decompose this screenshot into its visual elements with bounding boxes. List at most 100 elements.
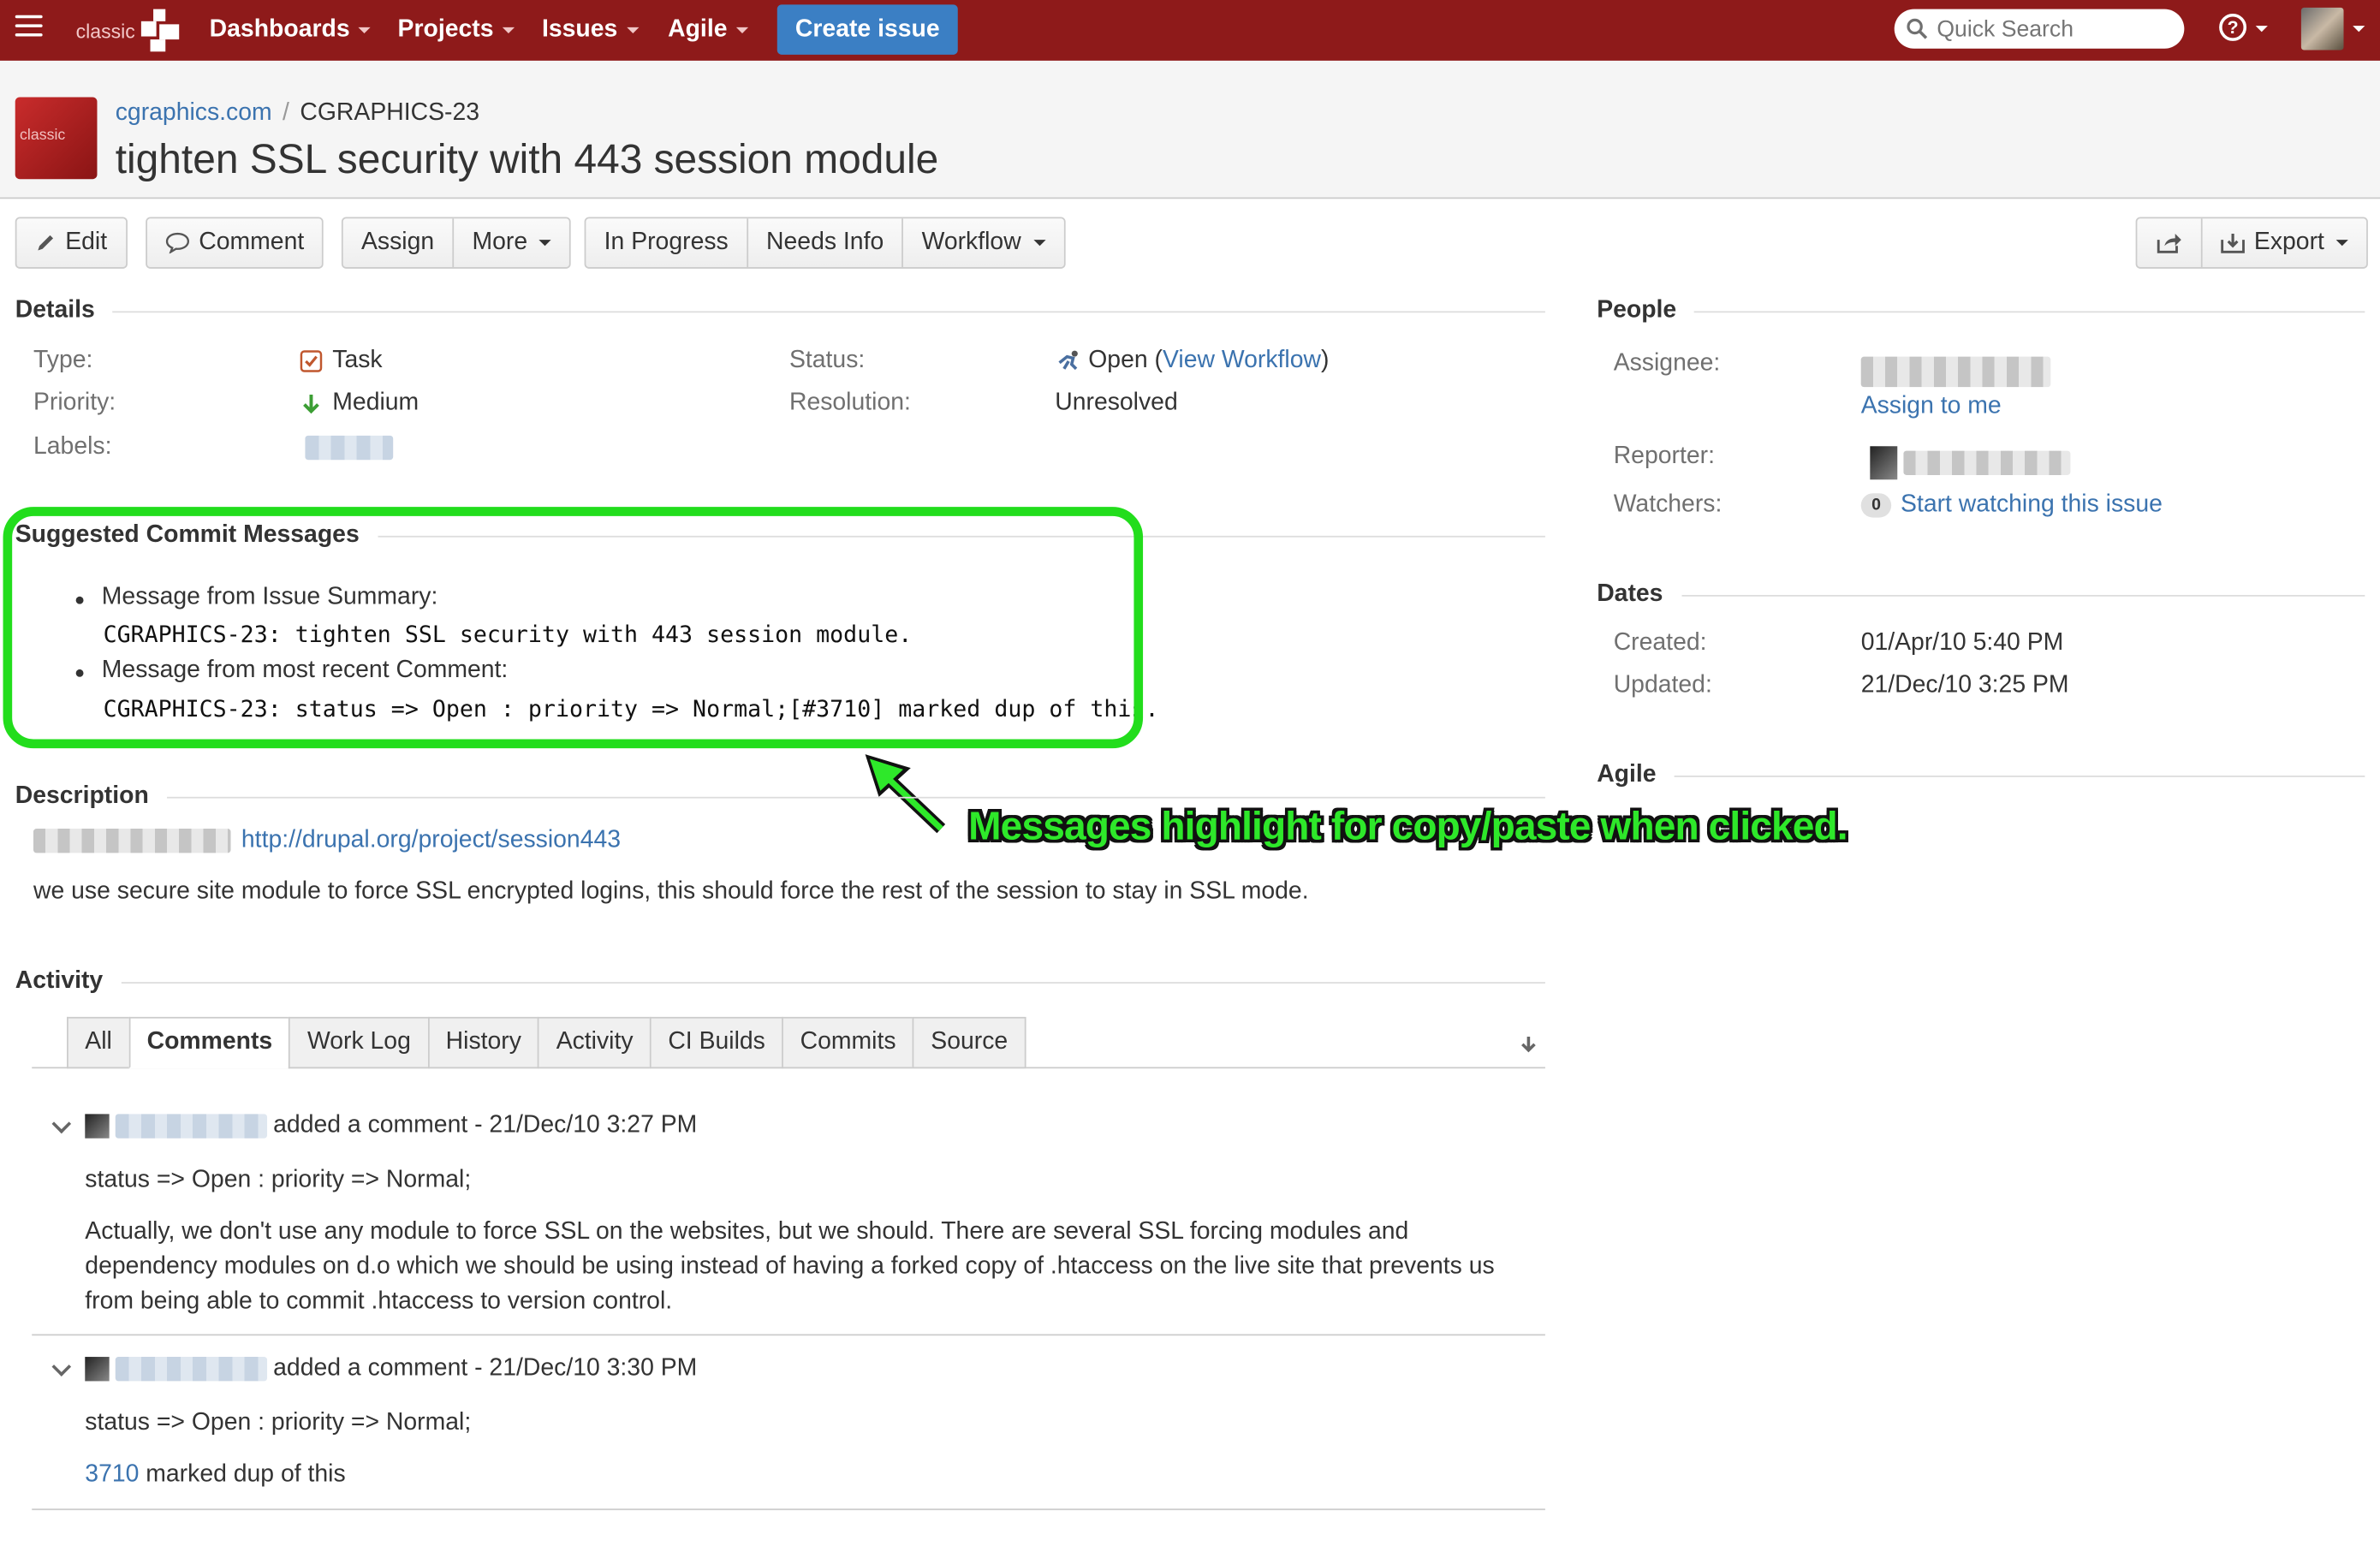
quick-search[interactable] xyxy=(1894,9,2185,49)
type-text: Task xyxy=(332,348,383,374)
chevron-down-icon[interactable] xyxy=(51,1357,72,1377)
redacted-commenter[interactable] xyxy=(115,1357,268,1382)
type-label: Type: xyxy=(33,348,93,374)
activity-heading: Activity xyxy=(15,968,1545,996)
export-button[interactable]: Export xyxy=(2203,218,2367,267)
dropdown-caret-icon xyxy=(503,27,515,34)
menu-icon[interactable] xyxy=(15,15,43,39)
labels-value[interactable] xyxy=(305,435,394,461)
nav-agile[interactable]: Agile xyxy=(668,0,749,61)
in-progress-button[interactable]: In Progress xyxy=(586,218,748,268)
more-button[interactable]: More xyxy=(454,218,570,267)
comment-first-line: status => Open : priority => Normal; xyxy=(85,1410,472,1436)
watchers-label: Watchers: xyxy=(1613,491,1723,518)
tab-ci-builds[interactable]: CI Builds xyxy=(650,1016,782,1069)
description-divider xyxy=(167,795,1545,798)
dropdown-caret-icon xyxy=(736,27,749,34)
tab-history[interactable]: History xyxy=(427,1016,538,1069)
comment-label: Comment xyxy=(199,229,305,255)
tab-all[interactable]: All xyxy=(67,1016,129,1069)
status-value: Open (View Workflow) xyxy=(1055,348,1329,375)
comment-button[interactable]: Comment xyxy=(147,218,323,267)
nav-dashboards-label: Dashboards xyxy=(209,16,350,43)
highlight-annotation-box xyxy=(3,507,1144,749)
reporter-avatar xyxy=(1870,446,1898,480)
assignee-label: Assignee: xyxy=(1613,350,1721,377)
comment-group: Comment xyxy=(146,217,324,269)
workflow-label: Workflow xyxy=(921,229,1021,255)
project-link[interactable]: cgraphics.com xyxy=(116,100,272,126)
nav-issues[interactable]: Issues xyxy=(542,0,640,61)
top-navigation-bar: classic Dashboards Projects Issues Agile… xyxy=(0,0,2380,61)
user-avatar[interactable] xyxy=(2300,7,2344,51)
comment-meta: added a comment - 21/Dec/10 3:30 PM xyxy=(273,1355,698,1382)
comment-meta: added a comment - 21/Dec/10 3:27 PM xyxy=(273,1112,698,1139)
nav-dashboards[interactable]: Dashboards xyxy=(210,0,372,61)
agile-heading: Agile xyxy=(1597,762,2365,789)
details-divider xyxy=(113,310,1545,312)
people-heading-text: People xyxy=(1597,297,1677,324)
logo-mark-icon xyxy=(140,9,180,52)
assign-to-me-link[interactable]: Assign to me xyxy=(1861,393,2002,420)
comment-body: 3710 marked dup of this xyxy=(85,1457,345,1492)
share-icon xyxy=(2157,234,2181,253)
create-issue-button[interactable]: Create issue xyxy=(776,4,958,55)
issue-3710-link[interactable]: 3710 xyxy=(85,1461,139,1487)
logo-text: classic xyxy=(75,19,135,42)
priority-text: Medium xyxy=(332,389,419,416)
chevron-down-icon[interactable] xyxy=(51,1114,72,1134)
tab-source[interactable]: Source xyxy=(913,1016,1026,1069)
agile-heading-text: Agile xyxy=(1597,762,1657,788)
search-icon xyxy=(1907,18,1928,39)
redacted-assignee[interactable] xyxy=(1860,356,2051,388)
updated-value: 21/Dec/10 3:25 PM xyxy=(1860,672,2069,699)
details-heading: Details xyxy=(15,298,1545,325)
annotation-callout: Messages highlight for copy/paste when c… xyxy=(968,802,1847,849)
tab-activity[interactable]: Activity xyxy=(538,1016,651,1069)
app-logo[interactable]: classic xyxy=(76,8,180,53)
tab-comments[interactable]: Comments xyxy=(128,1016,289,1069)
people-divider xyxy=(1694,310,2365,312)
breadcrumb-separator: / xyxy=(283,100,289,127)
updated-label: Updated: xyxy=(1613,672,1712,699)
activity-tabs: All Comments Work Log History Activity C… xyxy=(67,1016,1026,1069)
tab-commits[interactable]: Commits xyxy=(782,1016,913,1069)
help-caret-icon[interactable] xyxy=(2255,26,2268,33)
help-icon[interactable]: ? xyxy=(2219,13,2247,41)
nav-projects[interactable]: Projects xyxy=(398,0,515,61)
reporter-value xyxy=(1870,446,2071,480)
issue-key[interactable]: CGRAPHICS-23 xyxy=(300,100,479,126)
redacted-commenter[interactable] xyxy=(115,1114,268,1139)
description-text: we use secure site module to force SSL e… xyxy=(33,878,1309,905)
download-arrow-icon[interactable] xyxy=(1520,1035,1538,1053)
view-workflow-link[interactable]: View Workflow xyxy=(1163,348,1321,375)
dates-divider xyxy=(1681,594,2365,596)
redacted-reporter[interactable] xyxy=(1903,450,2071,475)
watchers-value: 0 Start watching this issue xyxy=(1860,491,2163,519)
workflow-button[interactable]: Workflow xyxy=(903,218,1063,267)
dropdown-caret-icon xyxy=(539,240,552,247)
more-label: More xyxy=(472,229,528,255)
share-button[interactable] xyxy=(2137,218,2203,268)
drupal-project-link[interactable]: http://drupal.org/project/session443 xyxy=(241,827,621,854)
edit-button[interactable]: Edit xyxy=(17,218,126,267)
edit-label: Edit xyxy=(65,229,108,255)
tab-work-log[interactable]: Work Log xyxy=(289,1016,428,1069)
assign-more-group: Assign More xyxy=(341,217,572,269)
quick-search-input[interactable] xyxy=(1937,15,2165,42)
start-watching-link[interactable]: Start watching this issue xyxy=(1901,491,2163,519)
dropdown-caret-icon xyxy=(626,27,640,34)
breadcrumb: cgraphics.com / CGRAPHICS-23 xyxy=(116,100,479,128)
commenter-avatar xyxy=(85,1114,110,1139)
dropdown-caret-icon xyxy=(359,27,372,34)
needs-info-button[interactable]: Needs Info xyxy=(748,218,904,268)
assign-button[interactable]: Assign xyxy=(343,218,455,268)
export-label: Export xyxy=(2253,229,2324,255)
project-avatar[interactable]: classic xyxy=(15,97,98,180)
issue-header: classic cgraphics.com / CGRAPHICS-23 tight… xyxy=(0,60,2380,199)
created-value: 01/Apr/10 5:40 PM xyxy=(1860,629,2064,656)
status-paren-close: ) xyxy=(1320,348,1330,374)
commenter-avatar xyxy=(85,1357,110,1382)
user-caret-icon[interactable] xyxy=(2353,26,2365,33)
details-heading-text: Details xyxy=(15,297,95,324)
